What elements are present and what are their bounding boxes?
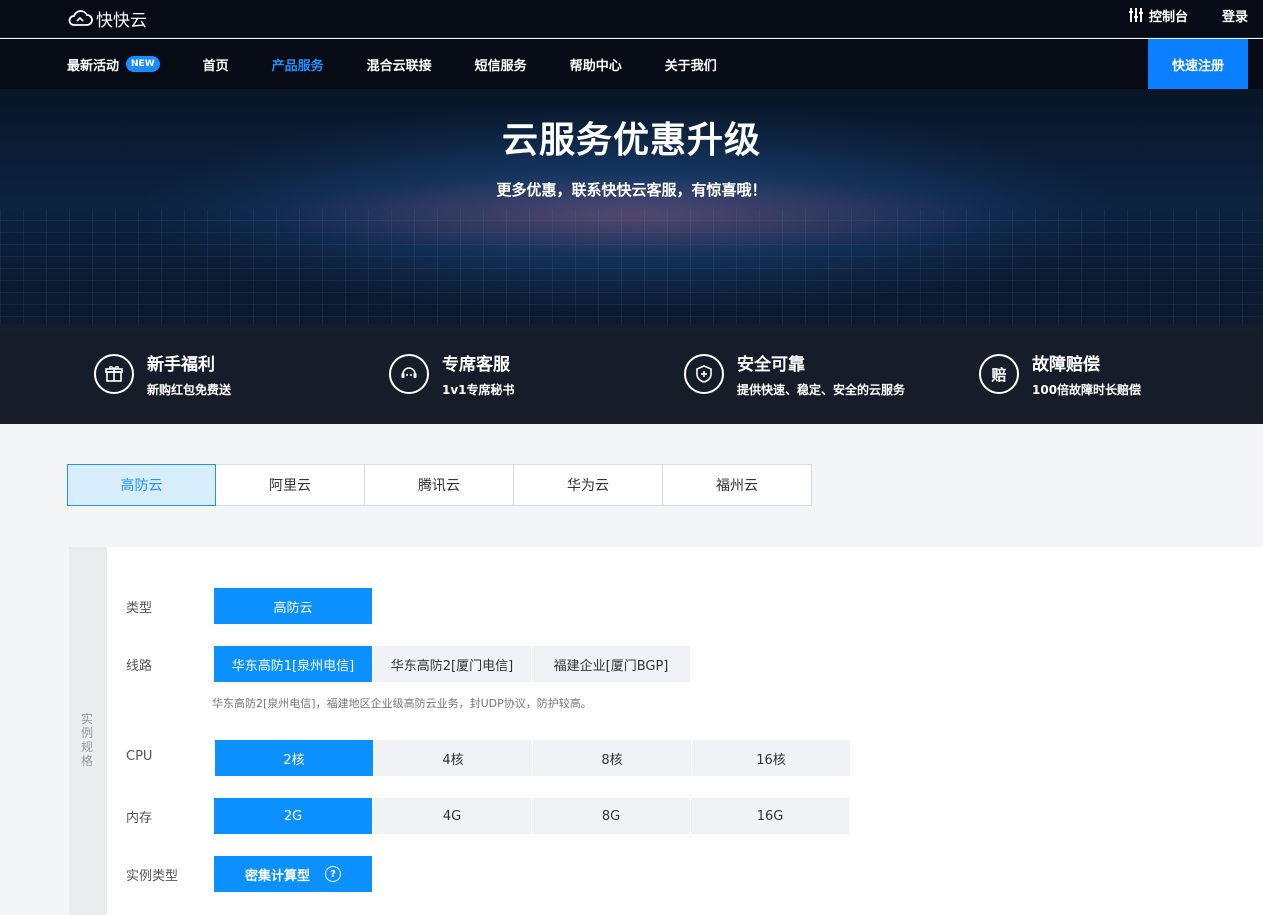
- instance-config-panel: 实例规格 类型 高防云 线路 华东高防1[泉州电信] 华东高防2[厦门电信] 福…: [69, 547, 1263, 915]
- type-label: 类型: [126, 601, 153, 616]
- feature-newbie-benefit: 新手福利 新购红包免费送: [94, 324, 231, 424]
- feature-dedicated-service: 专席客服 1v1专席秘书: [389, 324, 515, 424]
- hero-grid-background: [0, 209, 1263, 329]
- hero-title: 云服务优惠升级: [501, 120, 761, 161]
- panel-side: 实例规格: [69, 547, 107, 915]
- feature-desc: 100倍故障时长赔偿: [1032, 382, 1142, 397]
- top-bar: 快快云 控制台 登录: [0, 0, 1263, 38]
- logo-text: 快快云: [96, 10, 147, 31]
- cpu-option-8core[interactable]: 8核: [533, 740, 691, 776]
- gift-icon: [94, 354, 134, 394]
- feature-desc: 提供快速、稳定、安全的云服务: [737, 382, 906, 397]
- login-link[interactable]: 登录: [1222, 6, 1248, 25]
- instance-type-option-label: 密集计算型: [244, 868, 310, 884]
- feature-title: 安全可靠: [737, 354, 805, 375]
- cpu-option-4core[interactable]: 4核: [374, 740, 532, 776]
- line-option-2[interactable]: 华东高防2[厦门电信]: [373, 646, 531, 682]
- tab-fuzhou-cloud[interactable]: 福州云: [663, 464, 812, 506]
- tab-tencent-cloud[interactable]: 腾讯云: [365, 464, 514, 506]
- nav-item-home[interactable]: 首页: [203, 55, 229, 74]
- nav-item-latest-activity[interactable]: 最新活动 NEW: [67, 55, 160, 74]
- instance-type-option-compute[interactable]: 密集计算型 ?: [214, 856, 372, 892]
- line-label: 线路: [126, 659, 153, 674]
- feature-title: 新手福利: [147, 354, 215, 375]
- nav-item-products[interactable]: 产品服务: [272, 55, 324, 74]
- memory-option-2g[interactable]: 2G: [214, 798, 372, 834]
- hero-banner: 云服务优惠升级 更多优惠，联系快快云客服，有惊喜哦！ 新手福利 新购红包免费送: [0, 89, 1263, 424]
- cpu-option-2core[interactable]: 2核: [215, 740, 373, 776]
- console-link[interactable]: 控制台: [1128, 6, 1188, 25]
- logo[interactable]: 快快云: [67, 6, 147, 31]
- tab-aliyun[interactable]: 阿里云: [216, 464, 365, 506]
- type-option-high-defense[interactable]: 高防云: [214, 588, 372, 624]
- register-button[interactable]: 快速注册: [1148, 39, 1248, 89]
- memory-option-4g[interactable]: 4G: [373, 798, 531, 834]
- chat-icon: [389, 354, 429, 394]
- feature-title: 故障赔偿: [1032, 354, 1100, 375]
- help-icon[interactable]: ?: [325, 866, 341, 882]
- nav-item-about[interactable]: 关于我们: [665, 55, 717, 74]
- line-hint: 华东高防2[泉州电信]，福建地区企业级高防云业务，封UDP协议，防护较高。: [212, 697, 592, 710]
- feature-desc: 1v1专席秘书: [442, 382, 515, 397]
- instance-type-label: 实例类型: [126, 869, 179, 884]
- cpu-label: CPU: [126, 749, 153, 764]
- new-badge: NEW: [126, 56, 160, 72]
- feature-secure-reliable: 安全可靠 提供快速、稳定、安全的云服务: [684, 324, 909, 424]
- nav-item-hybrid-cloud[interactable]: 混合云联接: [367, 55, 432, 74]
- cpu-option-16core[interactable]: 16核: [692, 740, 850, 776]
- feature-title: 专席客服: [442, 354, 510, 375]
- memory-label: 内存: [126, 811, 153, 826]
- provider-tabs: 高防云 阿里云 腾讯云 华为云 福州云: [67, 464, 812, 506]
- line-option-3[interactable]: 福建企业[厦门BGP]: [532, 646, 690, 682]
- memory-option-8g[interactable]: 8G: [532, 798, 690, 834]
- instance-spec-label: 实例规格: [80, 712, 93, 768]
- feature-desc: 新购红包免费送: [147, 382, 232, 397]
- hero-subtitle: 更多优惠，联系快快云客服，有惊喜哦！: [496, 181, 767, 199]
- top-links: 控制台 登录: [1128, 0, 1248, 30]
- nav-item-label: 最新活动: [67, 58, 120, 74]
- line-option-1[interactable]: 华东高防1[泉州电信]: [214, 646, 372, 682]
- feature-compensation: 赔 故障赔偿 100倍故障时长赔偿: [979, 324, 1141, 424]
- nav-item-help[interactable]: 帮助中心: [570, 55, 622, 74]
- sliders-icon: [1128, 8, 1143, 22]
- main-nav: 最新活动 NEW 首页 产品服务 混合云联接 短信服务 帮助中心 关于我们 快速…: [0, 39, 1263, 89]
- tab-high-defense-cloud[interactable]: 高防云: [67, 464, 216, 506]
- features-bar: 新手福利 新购红包免费送 专席客服 1v1专席秘书 安全可靠 提供快速、稳定、安…: [0, 324, 1263, 424]
- memory-option-16g[interactable]: 16G: [691, 798, 849, 834]
- console-label: 控制台: [1148, 9, 1188, 25]
- compensation-icon: 赔: [979, 354, 1019, 394]
- shield-plus-icon: [684, 354, 724, 394]
- compensation-glyph: 赔: [991, 365, 1007, 384]
- nav-item-sms[interactable]: 短信服务: [475, 55, 527, 74]
- tab-huawei-cloud[interactable]: 华为云: [514, 464, 663, 506]
- cloud-logo-icon: [68, 10, 93, 26]
